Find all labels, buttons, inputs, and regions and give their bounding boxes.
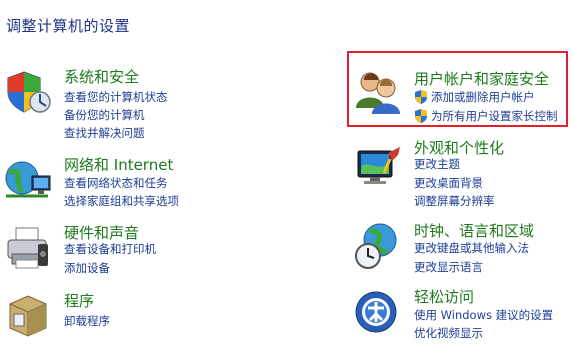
ease-of-access-icon[interactable]: [354, 288, 402, 336]
monitor-paint-icon[interactable]: [354, 145, 402, 193]
link-view-computer-status[interactable]: 查看您的计算机状态: [64, 90, 168, 104]
printer-icon[interactable]: [4, 224, 52, 272]
clock-globe-icon[interactable]: [354, 222, 402, 270]
link-view-network-status[interactable]: 查看网络状态和任务: [64, 176, 168, 190]
highlight-box: [347, 51, 568, 127]
programs-box-icon[interactable]: [4, 290, 52, 338]
link-homegroup-sharing[interactable]: 选择家庭组和共享选项: [64, 194, 179, 208]
shield-system-icon[interactable]: [4, 68, 52, 116]
category-ease-of-access: 轻松访问 使用 Windows 建议的设置 优化视频显示: [354, 286, 568, 346]
category-system-security: 系统和安全 查看您的计算机状态 备份您的计算机 查找并解决问题: [4, 66, 294, 146]
category-title-system-security[interactable]: 系统和安全: [64, 66, 139, 87]
link-find-fix-problems[interactable]: 查找并解决问题: [64, 126, 145, 140]
link-windows-suggested-settings[interactable]: 使用 Windows 建议的设置: [414, 308, 553, 322]
category-network-internet: 网络和 Internet 查看网络状态和任务 选择家庭组和共享选项: [4, 154, 294, 214]
category-title-network-internet[interactable]: 网络和 Internet: [64, 154, 173, 175]
link-view-devices-printers[interactable]: 查看设备和打印机: [64, 242, 156, 256]
link-adjust-resolution[interactable]: 调整屏幕分辨率: [414, 194, 495, 208]
category-title-clock-language[interactable]: 时钟、语言和区域: [414, 220, 534, 241]
category-programs: 程序 卸载程序: [4, 290, 294, 340]
category-title-hardware-sound[interactable]: 硬件和声音: [64, 222, 139, 243]
page-title: 调整计算机的设置: [6, 17, 131, 35]
category-hardware-sound: 硬件和声音 查看设备和打印机 添加设备: [4, 222, 294, 282]
category-title-ease-of-access[interactable]: 轻松访问: [414, 286, 474, 307]
link-change-keyboard-input[interactable]: 更改键盘或其他输入法: [414, 241, 529, 255]
category-title-appearance[interactable]: 外观和个性化: [414, 137, 504, 158]
category-clock-language: 时钟、语言和区域 更改键盘或其他输入法 更改显示语言: [354, 220, 568, 280]
link-backup-computer[interactable]: 备份您的计算机: [64, 108, 145, 122]
link-change-desktop-background[interactable]: 更改桌面背景: [414, 176, 483, 190]
category-appearance: 外观和个性化 更改主题 更改桌面背景 调整屏幕分辨率: [354, 137, 568, 213]
network-globe-icon[interactable]: [4, 156, 52, 204]
link-change-display-language[interactable]: 更改显示语言: [414, 260, 483, 274]
link-optimize-display[interactable]: 优化视频显示: [414, 326, 483, 340]
link-change-theme[interactable]: 更改主题: [414, 157, 460, 171]
link-add-device[interactable]: 添加设备: [64, 261, 110, 275]
category-title-programs[interactable]: 程序: [64, 290, 94, 311]
link-uninstall-program[interactable]: 卸载程序: [64, 314, 110, 328]
